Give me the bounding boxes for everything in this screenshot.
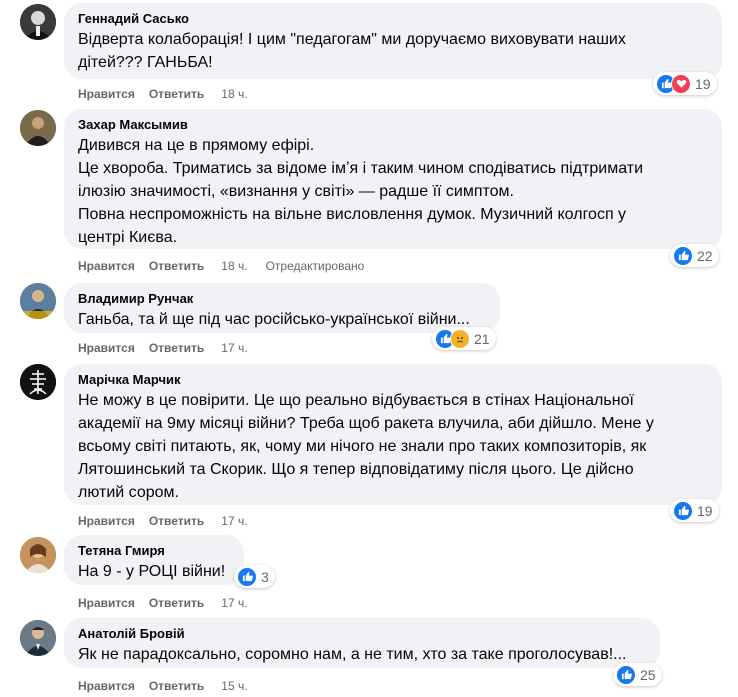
reply-button[interactable]: Ответить (149, 87, 204, 101)
comment-text-line: Лятошинський та Скорик. Що я тепер відпо… (78, 461, 634, 478)
reactions-summary[interactable]: 19 (653, 72, 717, 95)
comment-text-line: Повна неспроможність на вільне висловлен… (78, 206, 627, 223)
reaction-count: 3 (261, 568, 269, 585)
avatar[interactable] (20, 4, 56, 40)
comment-text: Не можу в це повірити. Це що реально від… (78, 389, 710, 504)
comment-text: Дивився на це в прямому ефірі. Це хвороб… (78, 134, 710, 249)
comment-author[interactable]: Марічка Марчик (78, 371, 710, 389)
avatar[interactable] (20, 110, 56, 146)
like-button[interactable]: Нравится (78, 87, 135, 101)
comment-text-line: Не можу в це повірити. Це що реально від… (78, 392, 634, 409)
reaction-count: 19 (697, 502, 713, 519)
comment-text-line: ілюзію значимості, «визнання у світі» — … (78, 183, 514, 200)
timestamp[interactable]: 18 ч. (221, 87, 247, 101)
reaction-count: 25 (640, 666, 656, 683)
reply-button[interactable]: Ответить (149, 341, 204, 355)
comment-author[interactable]: Тетяна Гмиря (78, 542, 232, 560)
comment-text: Як не парадоксально, соромно нам, а не т… (78, 643, 648, 666)
comment-author[interactable]: Владимир Рунчак (78, 290, 488, 308)
love-icon (671, 73, 691, 94)
reaction-count: 19 (695, 75, 711, 92)
reactions-summary[interactable]: 22 (670, 244, 719, 267)
comment-actions: Нравится Ответить 18 ч. Отредактировано (78, 258, 364, 274)
comment-text: Ганьба, та й ще під час російсько-україн… (78, 308, 488, 331)
timestamp[interactable]: 17 ч. (221, 596, 247, 610)
comment-text-line: дітей??? ГАНЬБА! (78, 54, 213, 71)
like-button[interactable]: Нравится (78, 514, 135, 528)
comment-text-line: центрі Києва. (78, 229, 178, 246)
sad-icon (450, 328, 470, 349)
comment-bubble: Захар Максымив Дивився на це в прямому е… (64, 109, 722, 249)
like-icon (237, 566, 257, 587)
like-button[interactable]: Нравится (78, 679, 135, 693)
timestamp[interactable]: 17 ч. (221, 341, 247, 355)
comment-text-line: На 9 - у РОЦІ війни! (78, 563, 226, 580)
comment-bubble: Геннадий Сасько Відверта колаборація! І … (64, 3, 722, 79)
reaction-count: 21 (474, 330, 490, 347)
edited-label: Отредактировано (265, 259, 365, 273)
comment-actions: Нравится Ответить 17 ч. (78, 513, 266, 529)
comment-actions: Нравится Ответить 18 ч. (78, 86, 266, 102)
comment-actions: Нравится Ответить 15 ч. (78, 678, 266, 694)
comment-author[interactable]: Анатолій Бровій (78, 625, 648, 643)
timestamp[interactable]: 15 ч. (221, 679, 247, 693)
comment-text-line: академії на 9му місяці війни? Треба щоб … (78, 415, 654, 432)
reply-button[interactable]: Ответить (149, 596, 204, 610)
comment-bubble: Владимир Рунчак Ганьба, та й ще під час … (64, 283, 500, 333)
avatar[interactable] (20, 537, 56, 573)
timestamp[interactable]: 17 ч. (221, 514, 247, 528)
comment-text-line: Відверта колаборація! І цим "педагогам" … (78, 31, 626, 48)
reply-button[interactable]: Ответить (149, 679, 204, 693)
like-button[interactable]: Нравится (78, 341, 135, 355)
comment-text: Відверта колаборація! І цим "педагогам" … (78, 28, 710, 74)
comment-text-line: Ганьба, та й ще під час російсько-україн… (78, 311, 470, 328)
reaction-count: 22 (697, 247, 713, 264)
timestamp[interactable]: 18 ч. (221, 259, 247, 273)
comment-text: На 9 - у РОЦІ війни! (78, 560, 232, 583)
like-icon (673, 500, 693, 521)
comment-author[interactable]: Геннадий Сасько (78, 10, 710, 28)
like-icon (673, 245, 693, 266)
comment-bubble: Анатолій Бровій Як не парадоксально, сор… (64, 618, 660, 668)
comment-bubble: Тетяна Гмиря На 9 - у РОЦІ війни! (64, 535, 244, 585)
comment-text-line: лютий сором. (78, 484, 179, 501)
comment-text-line: всьому світі питають, як, чому ми нічого… (78, 438, 647, 455)
like-button[interactable]: Нравится (78, 259, 135, 273)
avatar[interactable] (20, 620, 56, 656)
reactions-summary[interactable]: 25 (613, 663, 662, 686)
avatar[interactable] (20, 283, 56, 319)
reactions-summary[interactable]: 21 (432, 327, 496, 350)
comment-actions: Нравится Ответить 17 ч. (78, 340, 266, 356)
like-icon (616, 664, 636, 685)
like-button[interactable]: Нравится (78, 596, 135, 610)
reply-button[interactable]: Ответить (149, 514, 204, 528)
comment-text-line: Це хвороба. Триматись за відоме імʼя і т… (78, 160, 644, 177)
avatar[interactable] (20, 364, 56, 400)
comment-bubble: Марічка Марчик Не можу в це повірити. Це… (64, 364, 722, 505)
reactions-summary[interactable]: 19 (670, 499, 719, 522)
comment-actions: Нравится Ответить 17 ч. (78, 595, 266, 611)
comment-text-line: Дивився на це в прямому ефірі. (78, 137, 315, 154)
comment-text-line: Як не парадоксально, соромно нам, а не т… (78, 646, 627, 663)
reactions-summary[interactable]: 3 (234, 565, 275, 588)
comment-author[interactable]: Захар Максымив (78, 116, 710, 134)
reply-button[interactable]: Ответить (149, 259, 204, 273)
